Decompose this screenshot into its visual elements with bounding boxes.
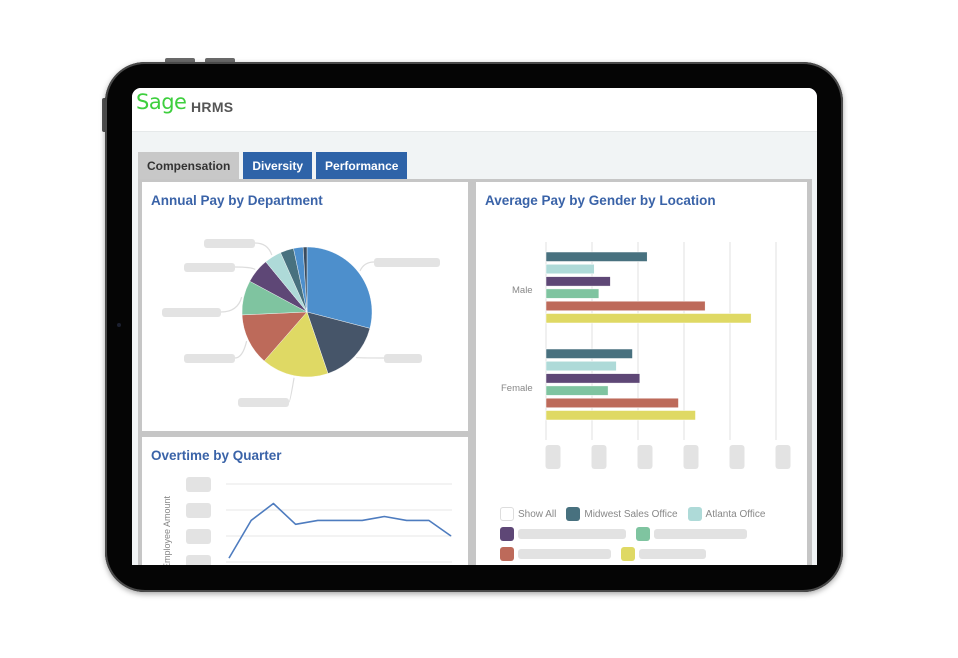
dashboard-tabs: Compensation Diversity Performance (138, 152, 408, 179)
app-title: HRMS (191, 99, 234, 115)
y-tick-label-placeholder (186, 529, 211, 544)
legend-series-6[interactable] (621, 547, 706, 561)
legend-swatch (621, 547, 635, 561)
legend-label-placeholder (518, 529, 626, 539)
category-label-female: Female (501, 383, 533, 394)
bar-female (545, 410, 696, 421)
bar-male (545, 288, 600, 299)
avg-pay-legend: Show All Midwest Sales Office Atlanta Of… (500, 504, 800, 564)
bar-male (545, 276, 611, 287)
x-tick-label-placeholder (545, 445, 561, 469)
legend-label: Show All (518, 508, 557, 520)
overtime-line (228, 502, 452, 559)
camera-icon (117, 323, 121, 327)
y-tick-label-placeholder (186, 477, 211, 492)
overtime-panel: Overtime by Quarter Employee Amount (142, 437, 468, 565)
x-tick-label-placeholder (683, 445, 699, 469)
legend-label-placeholder (654, 529, 747, 539)
pie-leader-line (234, 340, 248, 359)
overtime-line-chart (186, 477, 452, 565)
annual-pay-panel: Annual Pay by Department (142, 182, 468, 431)
bar-female (545, 361, 617, 372)
legend-swatch (687, 507, 702, 521)
pie-leader-line (288, 377, 295, 403)
legend-series-3[interactable] (500, 527, 626, 541)
legend-label-placeholder (518, 549, 611, 559)
legend-swatch (500, 527, 514, 541)
bar-male (545, 313, 752, 324)
legend-label: Atlanta Office (705, 508, 766, 520)
legend-midwest-sales-office[interactable]: Midwest Sales Office (566, 507, 678, 521)
legend-swatch (636, 527, 650, 541)
y-tick-label-placeholder (186, 555, 211, 565)
bar-male (545, 264, 595, 275)
sage-logo[interactable]: Sage (136, 90, 187, 114)
pie-label-placeholder (374, 258, 440, 267)
tab-diversity[interactable]: Diversity (243, 152, 313, 179)
legend-series-4[interactable] (636, 527, 747, 541)
app-screen: Sage HRMS Compensation Diversity Perform… (132, 88, 817, 565)
bar-male (545, 251, 648, 262)
pie-label-placeholder (162, 308, 221, 317)
annual-pay-pie-chart (162, 239, 440, 407)
legend-swatch (566, 507, 581, 521)
avg-pay-panel: Average Pay by Gender by Location Male F… (476, 182, 807, 565)
pie-leader-line (234, 266, 256, 270)
x-tick-label-placeholder (729, 445, 745, 469)
bar-female (545, 385, 609, 396)
pie-label-placeholder (238, 398, 289, 407)
bar-female (545, 373, 641, 384)
show-all-checkbox[interactable] (500, 507, 514, 521)
pie-label-placeholder (384, 354, 422, 363)
legend-label: Midwest Sales Office (584, 508, 678, 520)
y-tick-label-placeholder (186, 503, 211, 518)
bar-female (545, 397, 679, 408)
pie-label-placeholder (184, 354, 235, 363)
category-label-male: Male (512, 285, 533, 296)
pie-leader-line (220, 296, 243, 313)
legend-show-all[interactable]: Show All (500, 507, 556, 521)
legend-series-5[interactable] (500, 547, 611, 561)
legend-atlanta-office[interactable]: Atlanta Office (687, 507, 766, 521)
legend-swatch (500, 547, 514, 561)
dashboard-content: Annual Pay by Department Average Pay by … (138, 179, 812, 565)
pie-label-placeholder (204, 239, 255, 248)
pie-leader-line (359, 261, 375, 272)
legend-label-placeholder (639, 549, 706, 559)
pie-label-placeholder (184, 263, 235, 272)
pie-leader-line (254, 242, 273, 256)
bar-female (545, 348, 633, 359)
tab-compensation[interactable]: Compensation (138, 152, 240, 179)
app-header: Sage HRMS (132, 88, 817, 132)
x-tick-label-placeholder (591, 445, 607, 469)
avg-pay-bar-chart (545, 242, 791, 469)
x-tick-label-placeholder (637, 445, 653, 469)
x-tick-label-placeholder (775, 445, 791, 469)
tab-performance[interactable]: Performance (316, 152, 408, 179)
bar-male (545, 300, 706, 311)
